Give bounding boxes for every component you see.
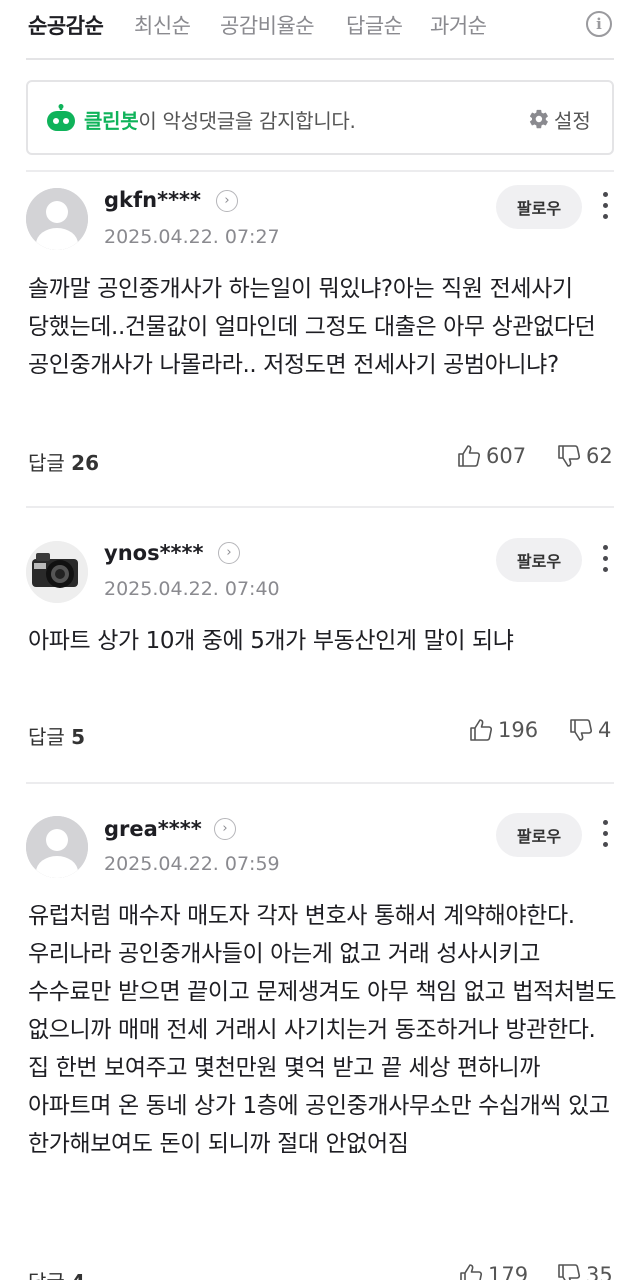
follow-button[interactable]: 팔로우 — [496, 813, 582, 857]
cleanbot-message: 클린봇이 악성댓글을 감지합니다. — [84, 105, 356, 134]
timestamp: 2025.04.22. 07:40 — [104, 578, 280, 600]
dislike-button[interactable]: 35 — [556, 1262, 613, 1280]
like-count: 179 — [488, 1263, 529, 1280]
dislike-count: 4 — [598, 718, 612, 742]
sort-tab-like-ratio[interactable]: 공감비율순 — [220, 10, 315, 40]
reply-button[interactable]: 답글 5 — [28, 721, 85, 750]
thumbs-down-icon — [558, 1264, 581, 1280]
dislike-button[interactable]: 62 — [556, 443, 613, 473]
dislike-button[interactable]: 4 — [568, 717, 611, 747]
like-button[interactable]: 607 — [456, 443, 526, 473]
dislike-count: 35 — [586, 1263, 613, 1280]
thumbs-up-icon — [458, 445, 481, 467]
reply-label: 답글 — [28, 725, 65, 749]
username[interactable]: grea**** — [104, 817, 202, 841]
divider — [26, 58, 614, 60]
cleanbot-notice: 클린봇이 악성댓글을 감지합니다. 설정 — [26, 80, 614, 155]
divider — [26, 506, 614, 508]
chevron-right-icon[interactable]: › — [218, 542, 240, 564]
info-icon[interactable]: i — [586, 11, 612, 37]
cleanbot-icon — [47, 104, 75, 131]
timestamp: 2025.04.22. 07:27 — [104, 226, 280, 248]
divider — [26, 782, 614, 784]
timestamp: 2025.04.22. 07:59 — [104, 853, 280, 875]
comment-text: 솔까말 공인중개사가 하는일이 뭐있냐?아는 직원 전세사기 당했는데..건물값… — [28, 276, 596, 378]
sort-tab-oldest[interactable]: 과거순 — [430, 10, 487, 40]
follow-button[interactable]: 팔로우 — [496, 538, 582, 582]
more-vertical-icon[interactable] — [597, 192, 613, 226]
reply-button[interactable]: 답글 4 — [28, 1266, 85, 1280]
dislike-count: 62 — [586, 444, 613, 468]
cleanbot-name: 클린봇 — [84, 109, 139, 133]
avatar[interactable] — [26, 816, 88, 878]
thumbs-down-icon — [558, 445, 581, 467]
chevron-right-icon[interactable]: › — [216, 190, 238, 212]
avatar[interactable] — [26, 541, 88, 603]
sort-tab-likes[interactable]: 순공감순 — [28, 10, 104, 40]
reply-count: 26 — [71, 451, 100, 475]
comment-text: 아파트 상가 10개 중에 5개가 부동산인게 말이 되냐 — [28, 628, 514, 654]
username[interactable]: gkfn**** — [104, 188, 201, 212]
reply-label: 답글 — [28, 1270, 65, 1280]
chevron-right-icon[interactable]: › — [214, 818, 236, 840]
camera-photo-avatar — [26, 541, 88, 603]
settings-button[interactable]: 설정 — [554, 105, 591, 134]
cleanbot-text: 이 악성댓글을 감지합니다. — [138, 109, 356, 133]
sort-bar: 순공감순 최신순 공감비율순 답글순 과거순 i — [0, 0, 640, 48]
reply-button[interactable]: 답글 26 — [28, 447, 99, 476]
thumbs-up-icon — [460, 1264, 483, 1280]
username[interactable]: ynos**** — [104, 541, 204, 565]
more-vertical-icon[interactable] — [597, 820, 613, 854]
reply-count: 5 — [71, 725, 86, 749]
like-button[interactable]: 179 — [458, 1262, 528, 1280]
divider — [26, 170, 614, 172]
like-count: 196 — [498, 718, 539, 742]
reply-count: 4 — [71, 1270, 85, 1280]
comment-text: 유럽처럼 매수자 매도자 각자 변호사 통해서 계약해야한다. 우리나라 공인중… — [28, 903, 617, 1157]
sort-tab-latest[interactable]: 최신순 — [134, 10, 191, 40]
like-button[interactable]: 196 — [468, 717, 538, 747]
gear-icon[interactable] — [528, 108, 550, 130]
avatar[interactable] — [26, 188, 88, 250]
default-avatar-icon — [26, 816, 88, 878]
like-count: 607 — [486, 444, 527, 468]
sort-tab-replies[interactable]: 답글순 — [346, 10, 403, 40]
thumbs-up-icon — [470, 719, 493, 741]
follow-button[interactable]: 팔로우 — [496, 185, 582, 229]
default-avatar-icon — [26, 188, 88, 250]
more-vertical-icon[interactable] — [597, 545, 613, 579]
thumbs-down-icon — [570, 719, 593, 741]
reply-label: 답글 — [28, 451, 65, 475]
